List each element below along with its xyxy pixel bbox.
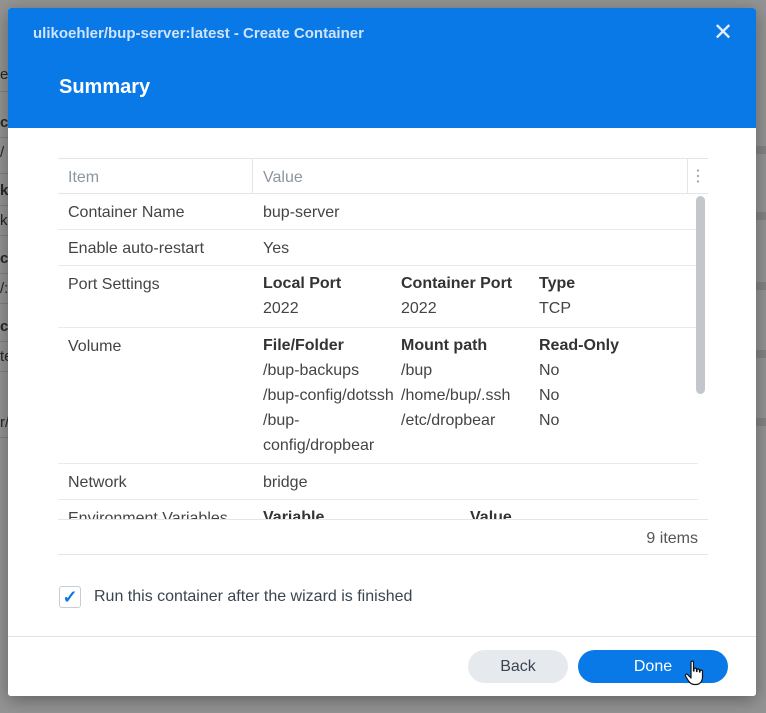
table-row[interactable]: Port Settings Local Port Container Port …	[58, 266, 698, 328]
volume-readonly: No	[539, 387, 560, 404]
volume-folder-wrap: config/dropbear	[263, 437, 375, 454]
port-container: 2022	[401, 300, 437, 317]
grid-scrollbar[interactable]	[696, 196, 705, 394]
summary-grid: Item Value ⋮ Container Name bup-server E…	[58, 158, 708, 555]
dialog-header: ulikoehler/bup-server:latest - Create Co…	[8, 8, 756, 128]
volume-readonly: No	[539, 412, 560, 429]
volume-mount: /home/bup/.ssh	[401, 387, 511, 404]
run-after-wizard-label[interactable]: Run this container after the wizard is f…	[94, 588, 412, 606]
row-item: Container Name	[68, 204, 185, 221]
env-header-value: Value	[470, 509, 512, 519]
row-item: Port Settings	[68, 276, 160, 293]
item-count: 9 items	[646, 530, 698, 547]
volume-mount: /bup	[401, 362, 433, 379]
volume-folder: /bup-backups	[263, 362, 360, 379]
volume-header-readonly: Read-Only	[539, 337, 620, 354]
row-value: bup-server	[263, 204, 340, 221]
table-row[interactable]: Network bridge	[58, 464, 698, 500]
volume-header-folder: File/Folder	[263, 337, 344, 354]
table-row[interactable]: Enable auto-restart Yes	[58, 230, 698, 266]
dialog-footer: Back Done	[8, 636, 756, 696]
volume-folder: /bup-	[263, 412, 300, 429]
grid-header: Item Value ⋮	[58, 159, 708, 194]
port-type: TCP	[539, 300, 571, 317]
env-header-variable: Variable	[263, 509, 325, 519]
volume-header-mount: Mount path	[401, 337, 488, 354]
row-item: Network	[68, 474, 127, 491]
column-divider[interactable]	[252, 159, 253, 194]
column-header-item[interactable]: Item	[68, 169, 99, 187]
volume-readonly: No	[539, 362, 560, 379]
hand-cursor-icon	[684, 660, 704, 686]
port-header-container: Container Port	[401, 275, 513, 292]
table-row[interactable]: Container Name bup-server	[58, 194, 698, 230]
volume-mount: /etc/dropbear	[401, 412, 496, 429]
grid-footer: 9 items	[58, 519, 708, 556]
column-menu-icon[interactable]: ⋮	[688, 159, 708, 194]
create-container-dialog: ulikoehler/bup-server:latest - Create Co…	[8, 8, 756, 696]
column-header-value[interactable]: Value	[263, 169, 303, 187]
table-row[interactable]: Environment Variables Variable Value	[58, 500, 698, 519]
table-row[interactable]: Volume File/Folder Mount path Read-Only …	[58, 328, 698, 464]
port-header-type: Type	[539, 275, 576, 292]
back-button[interactable]: Back	[468, 650, 568, 683]
row-item: Volume	[68, 338, 122, 355]
close-icon[interactable]: ✕	[708, 20, 738, 46]
run-after-wizard-checkbox[interactable]: ✓	[59, 586, 81, 608]
dialog-title: ulikoehler/bup-server:latest - Create Co…	[33, 25, 364, 42]
volume-folder: /bup-config/dotssh	[263, 387, 394, 404]
row-value: Yes	[263, 240, 290, 257]
step-title: Summary	[59, 76, 151, 98]
port-header-local: Local Port	[263, 275, 342, 292]
port-local: 2022	[263, 300, 299, 317]
row-item: Environment Variables	[68, 510, 228, 519]
grid-body: Container Name bup-server Enable auto-re…	[58, 194, 708, 519]
row-value: bridge	[263, 474, 308, 491]
row-item: Enable auto-restart	[68, 240, 205, 257]
